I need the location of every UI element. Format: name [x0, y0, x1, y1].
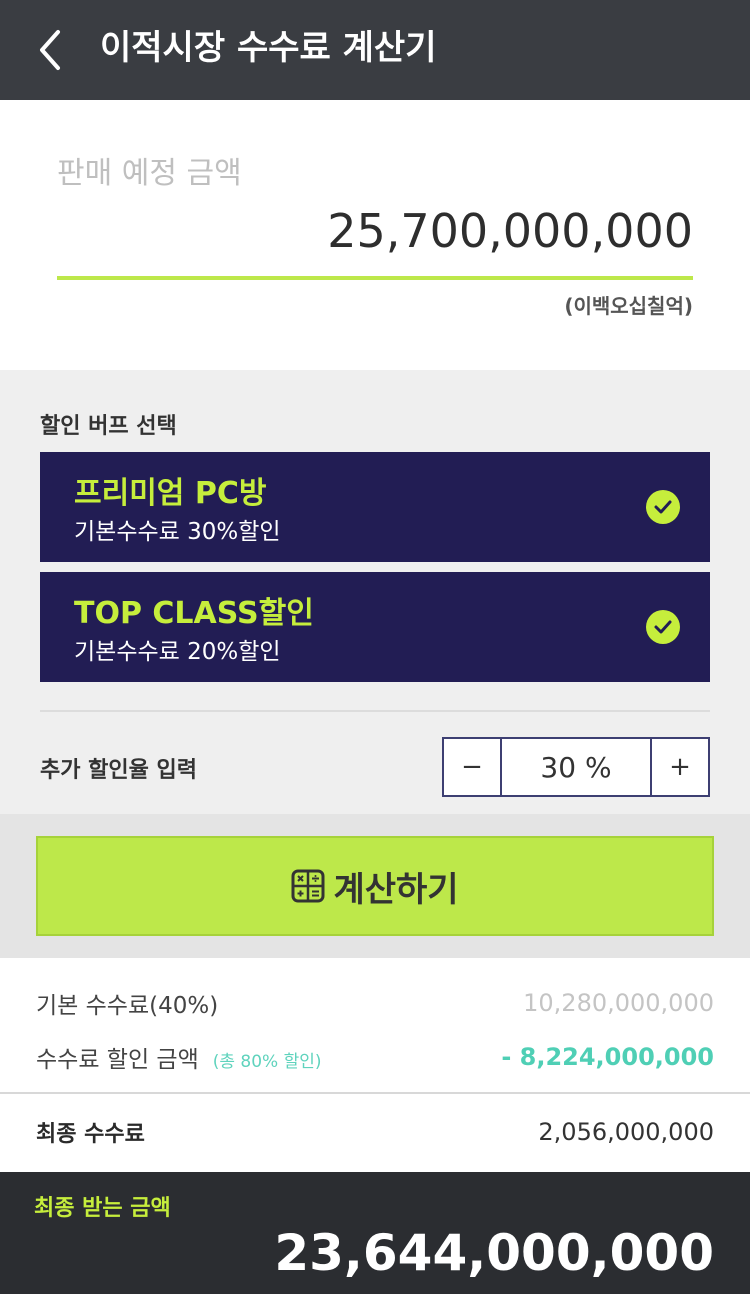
buff-option-name: TOP CLASS할인	[74, 596, 314, 631]
calculator-icon	[291, 869, 325, 903]
results-divider	[0, 1092, 750, 1094]
discount-label: 수수료 할인 금액	[36, 1047, 199, 1073]
check-icon	[646, 490, 680, 524]
check-icon	[646, 610, 680, 644]
buff-option-description: 기본수수료 20%할인	[74, 639, 281, 665]
discount-buff-section: 할인 버프 선택 프리미엄 PC방 기본수수료 30%할인 TOP CLASS할…	[0, 370, 750, 814]
buff-option-premium-pc[interactable]: 프리미엄 PC방 기본수수료 30%할인	[40, 452, 710, 562]
app-header: 이적시장 수수료 계산기	[0, 0, 750, 100]
sale-amount-korean: (이백오십칠억)	[564, 294, 693, 318]
buff-option-name: 프리미엄 PC방	[74, 476, 267, 511]
increment-button[interactable]: +	[650, 739, 708, 795]
base-fee-row: 기본 수수료(40%) 10,280,000,000	[36, 986, 714, 1020]
buff-section-title: 할인 버프 선택	[40, 414, 177, 439]
buff-option-description: 기본수수료 30%할인	[74, 519, 281, 545]
extra-discount-stepper: − 30 % +	[442, 737, 710, 797]
discount-label-group: 수수료 할인 금액 (총 80% 할인)	[36, 1040, 322, 1074]
sale-amount-label: 판매 예정 금액	[57, 156, 242, 191]
chevron-left-icon	[40, 30, 60, 70]
page-title: 이적시장 수수료 계산기	[100, 28, 437, 68]
final-fee-row: 최종 수수료 2,056,000,000	[36, 1116, 714, 1148]
buff-option-top-class[interactable]: TOP CLASS할인 기본수수료 20%할인	[40, 572, 710, 682]
discount-total-percent: (총 80% 할인)	[212, 1052, 322, 1072]
base-fee-value: 10,280,000,000	[523, 989, 714, 1017]
extra-discount-value[interactable]: 30 %	[502, 739, 650, 795]
final-fee-value: 2,056,000,000	[538, 1118, 714, 1146]
calculate-button[interactable]: 계산하기	[36, 836, 714, 936]
section-divider	[40, 710, 710, 712]
base-fee-label: 기본 수수료(40%)	[36, 993, 219, 1019]
calculate-section: 계산하기	[0, 814, 750, 958]
calculate-button-label: 계산하기	[333, 869, 459, 910]
discount-value: - 8,224,000,000	[501, 1043, 714, 1071]
results-section: 기본 수수료(40%) 10,280,000,000 수수료 할인 금액 (총 8…	[0, 958, 750, 1172]
final-fee-label: 최종 수수료	[36, 1122, 145, 1147]
final-amount-value: 23,644,000,000	[274, 1224, 714, 1282]
extra-discount-label: 추가 할인율 입력	[40, 758, 197, 783]
sale-amount-section: 판매 예정 금액 (이백오십칠억)	[0, 100, 750, 370]
final-amount-label: 최종 받는 금액	[34, 1196, 171, 1221]
back-button[interactable]	[30, 26, 72, 74]
final-amount-footer: 최종 받는 금액 23,644,000,000	[0, 1172, 750, 1294]
sale-amount-input[interactable]	[57, 200, 693, 280]
discount-row: 수수료 할인 금액 (총 80% 할인) - 8,224,000,000	[36, 1040, 714, 1074]
decrement-button[interactable]: −	[444, 739, 502, 795]
